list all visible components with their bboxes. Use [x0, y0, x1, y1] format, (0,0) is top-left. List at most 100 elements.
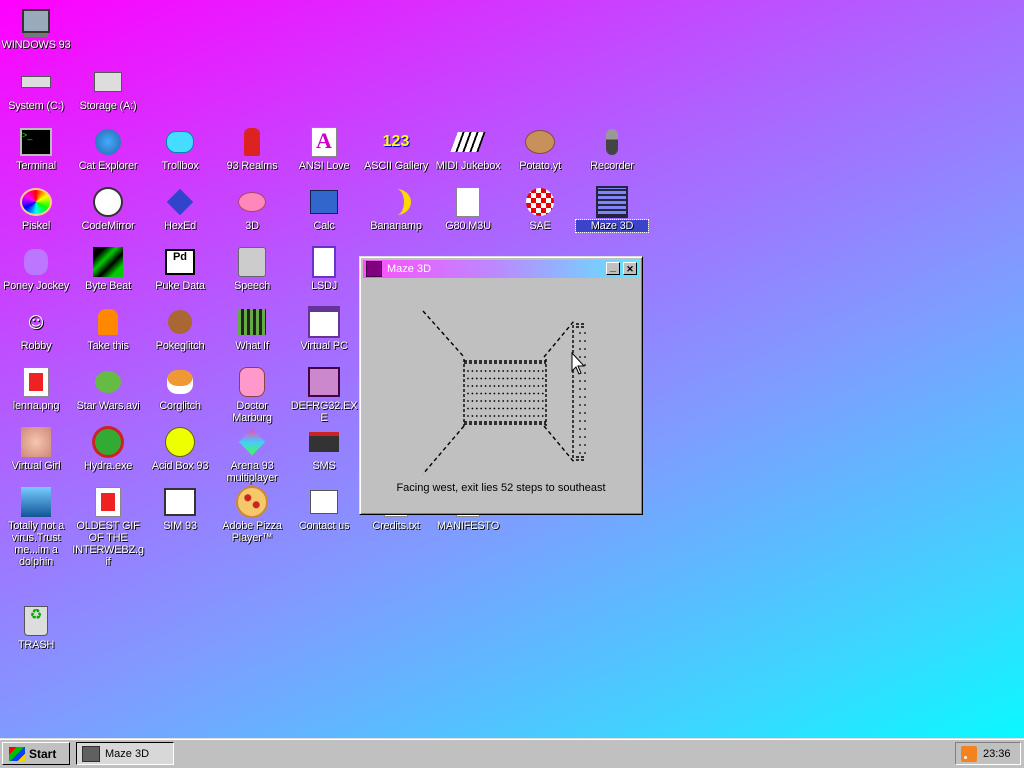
hydra-icon	[92, 426, 124, 458]
window-titlebar[interactable]: Maze 3D _ ✕	[363, 260, 639, 278]
desktop-icon-sms[interactable]: SMS	[288, 426, 360, 472]
maze-3d-window: Maze 3D _ ✕ Facing west, exit lies 52 st…	[359, 256, 643, 515]
desktop-icon-pokeglitch[interactable]: Pokeglitch	[144, 306, 216, 352]
desktop-icon-label: Hydra.exe	[83, 460, 133, 472]
mouse-cursor-icon	[571, 351, 586, 375]
desktop-icon-three-d[interactable]: 3D	[216, 186, 288, 232]
desktop-icon-robby[interactable]: ☺ Robby	[0, 306, 72, 353]
desktop-icon-acidbox[interactable]: Acid Box 93	[144, 426, 216, 472]
desktop-icon-label: 93 Realms	[226, 160, 278, 172]
close-button[interactable]: ✕	[623, 262, 637, 275]
desktop-icon-label: LSDJ	[310, 280, 338, 292]
clock: 23:36	[983, 747, 1011, 760]
desktop-icon-dolphin[interactable]: Totally not a virus.Trust me...im a dolp…	[0, 486, 72, 568]
smiley-icon	[164, 426, 196, 458]
desktop-icon-windows93[interactable]: WINDOWS 93	[0, 5, 72, 51]
arena-cube-icon	[236, 426, 268, 458]
desktop-icon-potato[interactable]: Potato.yt	[504, 126, 576, 172]
desktop-icon-storage[interactable]: Storage (A:)	[72, 66, 144, 112]
desktop-icon-system[interactable]: System (C:)	[0, 66, 72, 112]
stick-figure-icon: ☺	[27, 312, 45, 332]
desktop-icon-doctor[interactable]: Doctor Marburg	[216, 366, 288, 424]
minimize-button[interactable]: _	[606, 262, 620, 275]
maze-viewport[interactable]	[366, 281, 636, 486]
desktop-icon-corglitch[interactable]: Corglitch	[144, 366, 216, 412]
desktop-icon-label: ANSI Love	[298, 160, 350, 172]
desktop-icon-label: Trollbox	[161, 160, 199, 172]
desktop-icon-asciigallery[interactable]: 123 ASCII Gallery	[360, 126, 432, 172]
desktop-icon-label: Arena 93 multiplayer	[226, 460, 278, 484]
desktop-icon-pizza[interactable]: Adobe Pizza Player™	[216, 486, 288, 544]
desktop-icon-defrag[interactable]: DEFRG32.EXE	[288, 366, 360, 424]
maze-ascii-view	[422, 310, 586, 475]
desktop-icon-contact[interactable]: Contact us	[288, 486, 360, 532]
taskbar-item-maze-3d[interactable]: Maze 3D	[76, 742, 174, 765]
desktop-icon-bytebeat[interactable]: Byte Beat	[72, 246, 144, 292]
desktop-icon-trollbox[interactable]: Trollbox	[144, 126, 216, 172]
maze-status-text: Facing west, exit lies 52 steps to south…	[396, 482, 606, 494]
desktop-icon-sim93[interactable]: SIM 93	[144, 486, 216, 532]
desktop-icon-label: 3D	[245, 220, 259, 232]
desktop-icon-label: Maze 3D	[575, 219, 649, 233]
doctor-icon	[236, 366, 268, 398]
desktop-icon-virtualgirl[interactable]: Virtual Girl	[0, 426, 72, 472]
desktop-icon-virtualpc[interactable]: Virtual PC	[288, 306, 360, 352]
palette-icon	[20, 186, 52, 218]
desktop-icon-speech[interactable]: Speech	[216, 246, 288, 292]
desktop-icon-label: G80.M3U	[445, 220, 491, 232]
pd-icon: Pd	[164, 246, 196, 278]
desktop-icon-hydra[interactable]: Hydra.exe	[72, 426, 144, 472]
numbers-icon: 123	[382, 133, 410, 150]
desktop-icon-recorder[interactable]: Recorder	[576, 126, 648, 172]
desktop-icon-label: TRASH	[17, 639, 55, 651]
desktop-icon-lsdj[interactable]: LSDJ	[288, 246, 360, 292]
terminal-icon: >_	[20, 126, 52, 158]
desktop-icon-poney[interactable]: Poney Jockey	[0, 246, 72, 292]
desktop-icon-oldestgif[interactable]: OLDEST GIF OF THE INTERWEBZ.gif	[72, 486, 144, 568]
desktop-icon-starwars[interactable]: Star Wars.avi	[72, 366, 144, 412]
calculator-icon	[308, 186, 340, 218]
desktop-icon-hexed[interactable]: HexEd	[144, 186, 216, 232]
desktop-icon-label: Robby	[20, 340, 52, 352]
chat-bubble-icon	[164, 126, 196, 158]
piano-icon	[450, 126, 486, 158]
window-icon	[308, 306, 340, 338]
desktop-icon-codemirror[interactable]: CodeMirror	[72, 186, 144, 232]
desktop-icon-takethis[interactable]: Take this	[72, 306, 144, 352]
yoda-icon	[92, 366, 124, 398]
desktop-icon-label: Recorder	[590, 160, 634, 172]
desktop-icon-realms[interactable]: 93 Realms	[216, 126, 288, 172]
desktop-icon-ansilove[interactable]: A ANSI Love	[288, 126, 360, 172]
desktop-icon-catexplorer[interactable]: Cat Explorer	[72, 126, 144, 172]
desktop-icon-calc[interactable]: Calc	[288, 186, 360, 232]
desktop-icon-label: Star Wars.avi	[76, 400, 140, 412]
desktop-icon-label: Poney Jockey	[2, 280, 70, 292]
desktop-icon-midijukebox[interactable]: MIDI Jukebox	[432, 126, 504, 172]
desktop-icon-pukedata[interactable]: Pd Puke Data	[144, 246, 216, 292]
desktop-icon-bananamp[interactable]: Bananamp	[360, 186, 432, 232]
desktop-icon-arena[interactable]: Arena 93 multiplayer	[216, 426, 288, 484]
desktop-icon-label: Bananamp	[370, 220, 422, 232]
desktop-icon-maze3d[interactable]: Maze 3D	[575, 186, 649, 233]
desktop-icon-label: Virtual PC	[300, 340, 348, 352]
film-icon	[236, 306, 268, 338]
gameboy-icon	[308, 246, 340, 278]
desktop-icon-terminal[interactable]: >_ Terminal	[0, 126, 72, 172]
desktop-icon-lenna[interactable]: lenna.png	[0, 366, 72, 412]
desktop-icon-label: Acid Box 93	[151, 460, 209, 472]
desktop-icon-trash[interactable]: ♻ TRASH	[0, 605, 72, 651]
desktop-icon-label: Byte Beat	[85, 280, 131, 292]
desktop-icon-piskel[interactable]: Piskel	[0, 186, 72, 232]
taskbar-item-label: Maze 3D	[105, 747, 150, 760]
desktop-icon-sae[interactable]: SAE	[504, 186, 576, 232]
rss-icon[interactable]	[961, 745, 977, 762]
desktop-icon-g80[interactable]: G80.M3U	[432, 186, 504, 232]
dolphin-icon	[20, 486, 52, 518]
desktop-icon-whatif[interactable]: What If	[216, 306, 288, 352]
audio-file-icon	[452, 186, 484, 218]
desktop-icon-label: lenna.png	[12, 400, 60, 412]
start-button[interactable]: Start	[2, 742, 70, 765]
close-icon: ✕	[626, 263, 634, 274]
cat-mirror-icon	[92, 186, 124, 218]
banana-icon	[380, 186, 412, 218]
